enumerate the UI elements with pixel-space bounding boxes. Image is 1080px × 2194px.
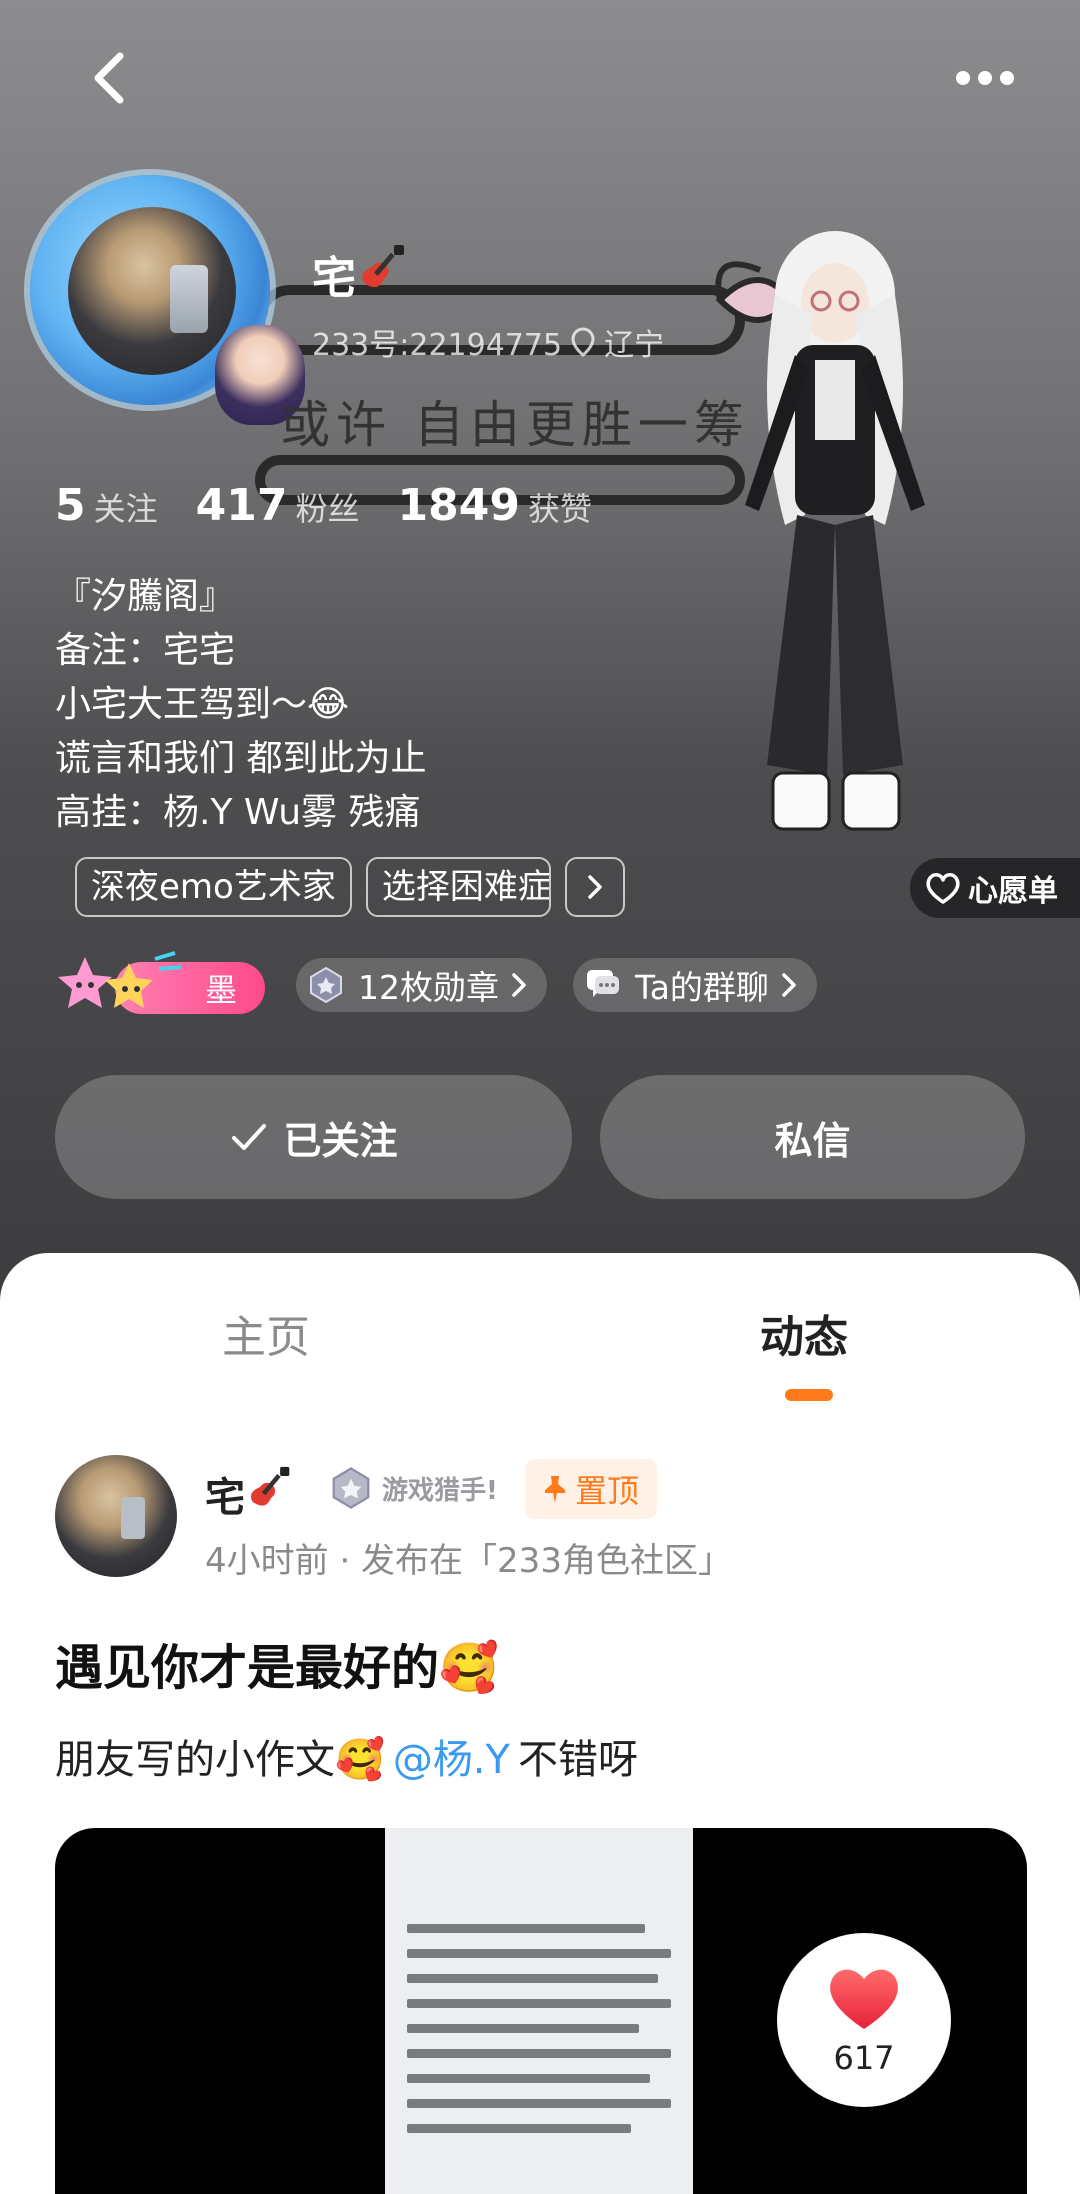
- action-buttons: 已关注 私信: [55, 1075, 1025, 1199]
- badge-row: 墨 12枚勋章 Ta的群聊: [55, 945, 817, 1025]
- location-icon: [571, 327, 595, 357]
- post-body-text: 朋友写的小作文🥰: [55, 1737, 385, 1783]
- avatar-photo: [68, 207, 236, 375]
- location-text: 辽宁: [604, 328, 665, 363]
- bio-line: 高挂：杨.Y Wu雾 残痛: [55, 792, 421, 833]
- username-text: 宅: [312, 253, 356, 304]
- profile-header: 宅 233号:22194775 辽宁 或许 自由更胜一筹 5 关注 417 粉丝: [0, 0, 1080, 1300]
- tag-chip[interactable]: 深夜emo艺术家: [75, 857, 352, 917]
- pinned-label: 置顶: [575, 1472, 640, 1510]
- star-icon: [58, 951, 182, 1008]
- message-button[interactable]: 私信: [600, 1075, 1025, 1199]
- title-badge[interactable]: 游戏猎手!: [328, 1465, 498, 1511]
- heart-icon: [830, 1969, 898, 2029]
- back-button[interactable]: [80, 48, 140, 108]
- bio-line: 谎言和我们 都到此为止: [55, 738, 427, 779]
- level-badge[interactable]: 墨: [55, 945, 270, 1025]
- tab-feed[interactable]: 动态: [760, 1301, 848, 1365]
- level-label: 墨: [204, 971, 237, 1009]
- following-label: 关注: [93, 490, 158, 528]
- like-count: 617: [833, 2039, 895, 2077]
- chevron-right-icon: [782, 973, 796, 997]
- medals-label: 12枚勋章: [358, 968, 499, 1007]
- like-button[interactable]: 617: [777, 1933, 951, 2107]
- uid-text: 233号:22194775: [312, 328, 563, 363]
- title-badge-label: 游戏猎手!: [382, 1475, 498, 1506]
- dot-icon: [956, 71, 970, 85]
- dot-icon: [1000, 71, 1014, 85]
- avatar-character-figure: [745, 231, 925, 831]
- post-meta: 4小时前 · 发布在「233角色社区」: [205, 1541, 732, 1581]
- chevron-right-icon: [512, 973, 526, 997]
- heart-outline-icon: [926, 873, 960, 904]
- chevron-right-icon: [588, 875, 602, 899]
- followers-stat[interactable]: 417 粉丝: [196, 480, 360, 531]
- tab-home[interactable]: 主页: [222, 1301, 310, 1365]
- bio-line: 小宅大王驾到～😂: [55, 684, 350, 725]
- tab-indicator: [785, 1389, 833, 1401]
- phone-in-photo: [121, 1497, 145, 1539]
- mention-link[interactable]: @杨.Y: [393, 1727, 510, 1785]
- phone-in-photo: [170, 265, 208, 333]
- likes-count: 1849: [397, 480, 520, 531]
- followers-count: 417: [195, 480, 288, 531]
- post-title-text: 遇见你才是最好的🥰: [55, 1640, 499, 1696]
- bio-line: 『汐騰阁』: [55, 576, 236, 617]
- following-stat[interactable]: 5 关注: [55, 480, 158, 531]
- guitar-icon: [250, 1466, 290, 1506]
- post-author-name[interactable]: 宅: [205, 1465, 295, 1523]
- signboard-text: 或许 自由更胜一筹: [280, 396, 750, 454]
- profile-tags: 深夜emo艺术家 选择困难症: [75, 857, 625, 917]
- bio-line: 备注：宅宅: [55, 630, 236, 671]
- following-count: 5: [55, 480, 86, 531]
- avatar[interactable]: [30, 175, 305, 425]
- more-tags-button[interactable]: [564, 857, 625, 917]
- post-body-suffix: 不错呀: [517, 1737, 638, 1783]
- post-body[interactable]: 朋友写的小作文🥰 @杨.Y 不错呀: [55, 1727, 638, 1785]
- followed-button[interactable]: 已关注: [55, 1075, 572, 1199]
- username: 宅: [312, 242, 410, 306]
- post-title[interactable]: 遇见你才是最好的🥰: [55, 1628, 499, 1698]
- profile-bio: 『汐騰阁』 备注：宅宅 小宅大王驾到～😂 谎言和我们 都到此为止 高挂：杨.Y …: [55, 570, 705, 840]
- medals-chip[interactable]: 12枚勋章: [296, 958, 547, 1012]
- followers-label: 粉丝: [295, 490, 360, 528]
- group-chat-chip[interactable]: Ta的群聊: [573, 958, 817, 1012]
- message-label: 私信: [774, 1118, 851, 1163]
- chat-bubble-icon: [581, 963, 625, 1007]
- group-chat-label: Ta的群聊: [635, 968, 769, 1007]
- post-header: 宅 游戏猎手! 置顶 4小时前 · 发布在「233角色社区」: [55, 1455, 1035, 1581]
- post-author-text: 宅: [205, 1475, 245, 1521]
- likes-label: 获赞: [527, 490, 592, 528]
- profile-stats: 5 关注 417 粉丝 1849 获赞: [55, 480, 592, 531]
- check-icon: [232, 1124, 267, 1150]
- medal-icon: [304, 963, 348, 1007]
- followed-label: 已关注: [283, 1118, 398, 1163]
- wishlist-button[interactable]: 心愿单: [910, 858, 1080, 918]
- guitar-icon: [362, 245, 404, 288]
- chevron-left-icon: [94, 52, 124, 104]
- tag-chip[interactable]: 选择困难症: [365, 857, 551, 917]
- pin-icon: [545, 1476, 565, 1503]
- pinned-badge: 置顶: [525, 1459, 658, 1519]
- tab-bar: 主页 动态: [0, 1253, 1080, 1413]
- dot-icon: [978, 71, 992, 85]
- more-options-button[interactable]: [945, 58, 1025, 98]
- post-author-avatar[interactable]: [55, 1455, 177, 1577]
- wishlist-label: 心愿单: [968, 874, 1058, 909]
- user-id: 233号:22194775 辽宁: [312, 320, 664, 364]
- likes-stat[interactable]: 1849 获赞: [398, 480, 592, 531]
- medal-icon: [332, 1467, 370, 1509]
- chat-screenshot: [385, 1828, 693, 2194]
